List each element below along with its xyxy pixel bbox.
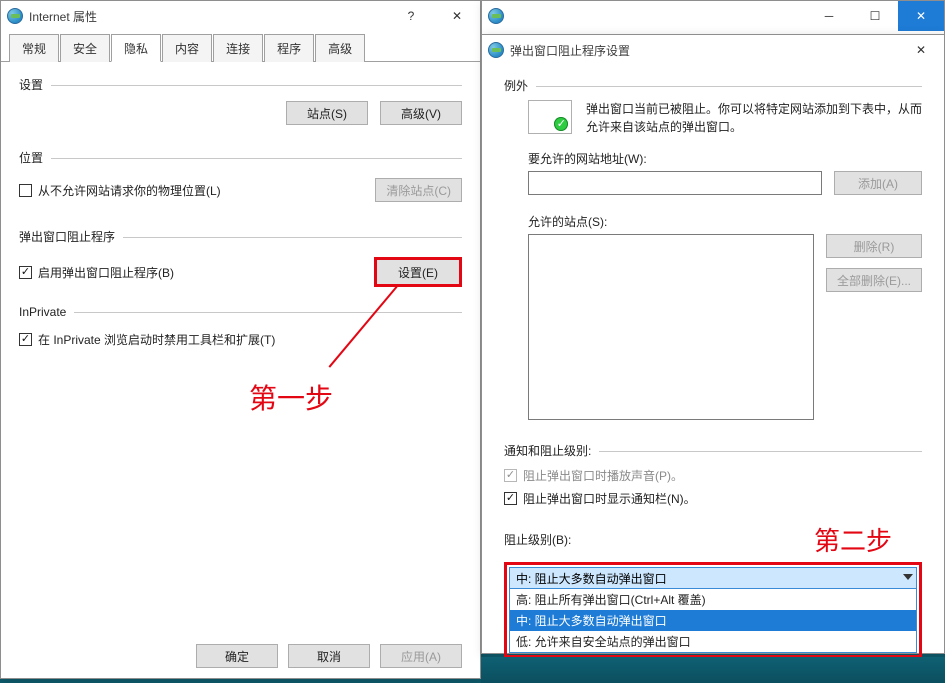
inprivate-disable-toolbars-checkbox[interactable] (19, 333, 32, 346)
tab-advanced[interactable]: 高级 (315, 34, 365, 62)
apply-button[interactable]: 应用(A) (380, 644, 462, 668)
globe-icon (7, 8, 23, 24)
enable-popup-blocker-checkbox[interactable] (19, 266, 32, 279)
tab-security[interactable]: 安全 (60, 34, 110, 62)
allow-address-input[interactable] (528, 171, 822, 195)
info-icon (528, 100, 572, 134)
show-notification-bar-label: 阻止弹出窗口时显示通知栏(N)。 (523, 490, 696, 507)
play-sound-label: 阻止弹出窗口时播放声音(P)。 (523, 467, 683, 484)
add-button[interactable]: 添加(A) (834, 171, 922, 195)
tab-privacy[interactable]: 隐私 (111, 34, 161, 62)
tab-programs[interactable]: 程序 (264, 34, 314, 62)
inprivate-section-label: InPrivate (19, 303, 66, 321)
allowed-sites-listbox[interactable] (528, 234, 814, 420)
inprivate-disable-toolbars-label: 在 InPrivate 浏览启动时禁用工具栏和扩展(T) (38, 331, 275, 348)
internet-properties-dialog: Internet 属性 ? ✕ 常规 安全 隐私 内容 连接 程序 高级 设置 … (0, 0, 481, 679)
window-title: 弹出窗口阻止程序设置 (510, 42, 630, 59)
block-level-annotation-box: 中: 阻止大多数自动弹出窗口 高: 阻止所有弹出窗口(Ctrl+Alt 覆盖) … (504, 562, 922, 658)
block-level-option-low[interactable]: 低: 允许来自安全站点的弹出窗口 (510, 631, 916, 652)
block-level-selected: 中: 阻止大多数自动弹出窗口 (516, 570, 667, 587)
enable-popup-blocker-label: 启用弹出窗口阻止程序(B) (38, 264, 174, 281)
globe-icon (488, 8, 504, 24)
chevron-down-icon (903, 574, 913, 580)
exceptions-section-label: 例外 (504, 75, 528, 96)
step-one-label: 第一步 (249, 377, 333, 417)
allowed-sites-label: 允许的站点(S): (528, 213, 922, 230)
window-title: Internet 属性 (29, 8, 97, 25)
settings-section-label: 设置 (19, 74, 43, 95)
block-level-option-high[interactable]: 高: 阻止所有弹出窗口(Ctrl+Alt 覆盖) (510, 589, 916, 610)
close-button[interactable]: ✕ (434, 1, 480, 31)
cancel-button[interactable]: 取消 (288, 644, 370, 668)
desktop-background-strip (481, 657, 945, 683)
tab-content[interactable]: 内容 (162, 34, 212, 62)
step-two-label: 第二步 (814, 521, 892, 558)
block-level-options[interactable]: 高: 阻止所有弹出窗口(Ctrl+Alt 覆盖) 中: 阻止大多数自动弹出窗口 … (509, 589, 917, 653)
show-notification-bar-checkbox[interactable] (504, 492, 517, 505)
ok-button[interactable]: 确定 (196, 644, 278, 668)
tab-connections[interactable]: 连接 (213, 34, 263, 62)
location-section-label: 位置 (19, 147, 43, 168)
titlebar[interactable]: Internet 属性 ? ✕ (1, 1, 480, 31)
advanced-button[interactable]: 高级(V) (380, 101, 462, 125)
minimize-button[interactable]: ─ (806, 1, 852, 31)
allow-address-label: 要允许的网站地址(W): (528, 150, 922, 167)
popup-blocker-section-label: 弹出窗口阻止程序 (19, 226, 115, 247)
info-text: 弹出窗口当前已被阻止。你可以将特定网站添加到下表中，从而允许来自该站点的弹出窗口… (586, 100, 922, 136)
popup-settings-button[interactable]: 设置(E) (374, 257, 462, 287)
block-level-select[interactable]: 中: 阻止大多数自动弹出窗口 高: 阻止所有弹出窗口(Ctrl+Alt 覆盖) … (509, 567, 917, 653)
never-allow-location-checkbox[interactable] (19, 184, 32, 197)
tab-general[interactable]: 常规 (9, 34, 59, 62)
maximize-button[interactable]: ☐ (852, 1, 898, 31)
sites-button[interactable]: 站点(S) (286, 101, 368, 125)
popup-blocker-settings-dialog: 弹出窗口阻止程序设置 ✕ 例外 弹出窗口当前已被阻止。你可以将特定网站添加到下表… (481, 34, 945, 654)
close-button[interactable]: ✕ (898, 35, 944, 65)
delete-button[interactable]: 删除(R) (826, 234, 922, 258)
clear-sites-button[interactable]: 清除站点(C) (375, 178, 462, 202)
globe-icon (488, 42, 504, 58)
notify-section-label: 通知和阻止级别: (504, 440, 591, 461)
parent-window-titlebar: ─ ☐ ✕ (481, 0, 945, 34)
never-allow-location-label: 从不允许网站请求你的物理位置(L) (38, 182, 221, 199)
close-button[interactable]: ✕ (898, 1, 944, 31)
play-sound-checkbox (504, 469, 517, 482)
block-level-label: 阻止级别(B): (504, 531, 571, 548)
help-button[interactable]: ? (388, 1, 434, 31)
tabstrip: 常规 安全 隐私 内容 连接 程序 高级 (1, 31, 480, 62)
block-level-option-medium[interactable]: 中: 阻止大多数自动弹出窗口 (510, 610, 916, 631)
delete-all-button[interactable]: 全部删除(E)... (826, 268, 922, 292)
titlebar[interactable]: 弹出窗口阻止程序设置 ✕ (482, 35, 944, 65)
